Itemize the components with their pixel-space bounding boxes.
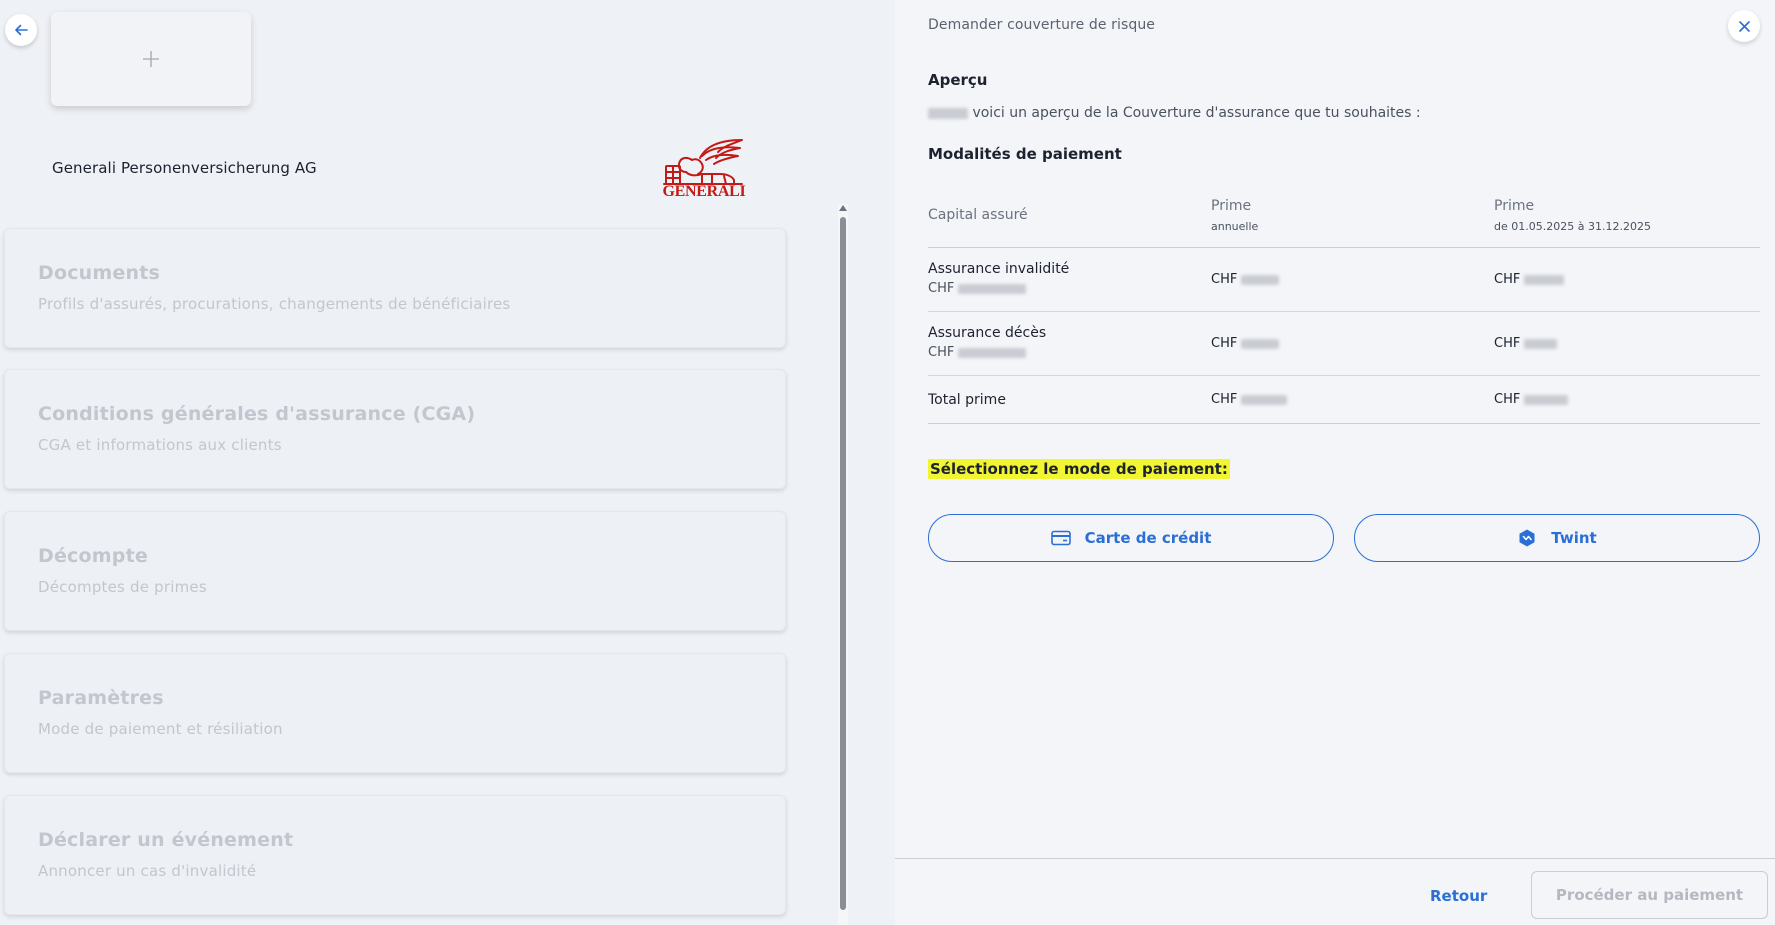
payment-terms-heading: Modalités de paiement <box>928 145 1122 163</box>
card-subtitle: Profils d'assurés, procurations, changem… <box>38 295 511 313</box>
policy-overview-panel: Generali Personenversicherung AG GENERAL… <box>0 0 895 925</box>
redacted-name <box>928 107 968 119</box>
card-subtitle: Annoncer un cas d'invalidité <box>38 862 257 880</box>
row-annual-premium: CHF <box>1211 272 1280 287</box>
declare-event-card[interactable]: Déclarer un événement Annoncer un cas d'… <box>4 795 786 915</box>
col-period-header: Prime <box>1494 198 1535 214</box>
documents-card[interactable]: Documents Profils d'assurés, procuration… <box>4 228 786 348</box>
table-row-total: Total prime CHF CHF <box>928 376 1760 424</box>
close-icon <box>1738 20 1750 32</box>
twint-button[interactable]: Twint <box>1354 514 1760 562</box>
total-period-premium: CHF <box>1494 392 1569 407</box>
total-annual-premium: CHF <box>1211 392 1288 407</box>
intro-text: voici un aperçu de la Couverture d'assur… <box>972 105 1421 121</box>
card-title: Paramètres <box>38 687 164 709</box>
back-link[interactable]: Retour <box>1430 887 1487 905</box>
twint-label: Twint <box>1551 529 1597 547</box>
scroll-up-arrow-icon[interactable] <box>839 205 847 211</box>
row-period-premium: CHF <box>1494 272 1565 287</box>
row-annual-premium: CHF <box>1211 336 1280 351</box>
col-capital-header: Capital assuré <box>928 207 1028 223</box>
select-payment-prompt: Sélectionnez le mode de paiement: <box>928 459 1230 479</box>
overview-heading: Aperçu <box>928 71 988 89</box>
table-header: Capital assuré Prime annuelle Prime de 0… <box>928 197 1760 248</box>
premium-table: Capital assuré Prime annuelle Prime de 0… <box>928 197 1760 424</box>
decompte-card[interactable]: Décompte Décomptes de primes <box>4 511 786 631</box>
col-annual-sub: annuelle <box>1211 220 1259 233</box>
twint-icon <box>1519 529 1535 547</box>
scrollbar-thumb[interactable] <box>840 217 846 910</box>
row-label: Total prime <box>928 392 1006 408</box>
row-label: Assurance décès <box>928 325 1047 341</box>
close-button[interactable] <box>1728 10 1760 42</box>
table-row: Assurance décès CHF CHF CHF <box>928 312 1760 376</box>
cga-card[interactable]: Conditions générales d'assurance (CGA) C… <box>4 369 786 489</box>
insurer-name: Generali Personenversicherung AG <box>52 159 317 177</box>
add-document-card[interactable] <box>51 12 251 106</box>
credit-card-icon <box>1050 530 1071 546</box>
generali-wordmark: GENERALI <box>662 183 746 200</box>
col-annual-header: Prime <box>1211 198 1252 214</box>
card-title: Conditions générales d'assurance (CGA) <box>38 403 476 425</box>
dialog-title: Demander couverture de risque <box>928 17 1156 33</box>
parametres-card[interactable]: Paramètres Mode de paiement et résiliati… <box>4 653 786 773</box>
card-title: Déclarer un événement <box>38 829 294 851</box>
credit-card-label: Carte de crédit <box>1084 529 1212 547</box>
risk-coverage-dialog: Demander couverture de risque Aperçu voi… <box>895 0 1775 925</box>
card-subtitle: Mode de paiement et résiliation <box>38 720 283 738</box>
row-label: Assurance invalidité <box>928 261 1070 277</box>
credit-card-button[interactable]: Carte de crédit <box>928 514 1334 562</box>
row-capital: CHF <box>928 345 1027 360</box>
arrow-left-icon <box>15 24 28 36</box>
table-row: Assurance invalidité CHF CHF CHF <box>928 248 1760 312</box>
plus-icon <box>143 51 159 67</box>
back-button[interactable] <box>5 14 37 46</box>
proceed-to-payment-button[interactable]: Procéder au paiement <box>1531 871 1768 919</box>
card-title: Documents <box>38 262 161 284</box>
overview-intro: voici un aperçu de la Couverture d'assur… <box>928 105 1421 121</box>
dialog-footer: Retour Procéder au paiement <box>895 858 1775 925</box>
card-subtitle: CGA et informations aux clients <box>38 436 282 454</box>
row-period-premium: CHF <box>1494 336 1558 351</box>
col-period-sub: de 01.05.2025 à 31.12.2025 <box>1494 220 1651 233</box>
card-title: Décompte <box>38 545 148 567</box>
card-subtitle: Décomptes de primes <box>38 578 207 596</box>
row-capital: CHF <box>928 281 1027 296</box>
